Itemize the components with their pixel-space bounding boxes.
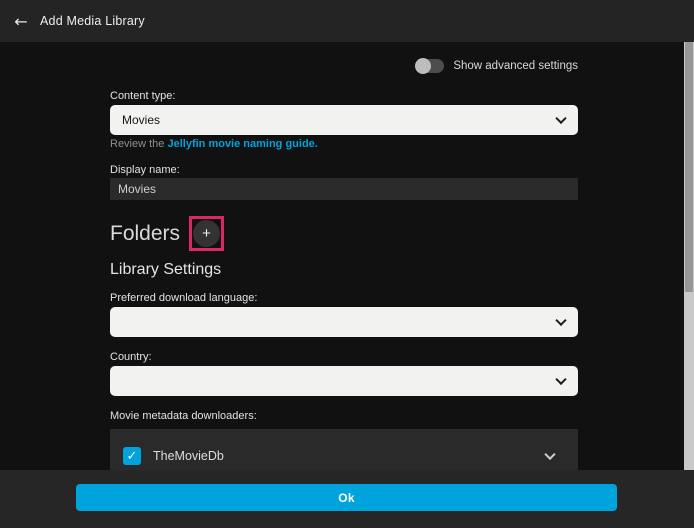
chevron-down-icon (555, 374, 566, 385)
metadata-downloader-name: TheMovieDb (153, 449, 224, 463)
display-name-input[interactable] (110, 178, 578, 200)
app-bar: ← Add Media Library (0, 0, 694, 42)
folders-heading: Folders (110, 222, 180, 246)
themoviedb-checkbox[interactable]: ✓ (123, 447, 141, 465)
content-type-label: Content type: (110, 90, 175, 102)
dialog-footer: Ok (0, 470, 694, 528)
metadata-downloaders-label: Movie metadata downloaders: (110, 410, 257, 422)
arrow-left-icon: ← (14, 12, 27, 31)
preferred-language-label: Preferred download language: (110, 292, 257, 304)
folders-section: Folders + (110, 216, 224, 251)
library-settings-heading: Library Settings (110, 261, 221, 279)
scrollbar-thumb[interactable] (685, 42, 693, 292)
metadata-downloader-row[interactable]: ✓ TheMovieDb (110, 429, 578, 470)
advanced-settings-row: Show advanced settings (416, 59, 578, 73)
page-title: Add Media Library (40, 14, 145, 28)
dialog-content: Show advanced settings Content type: Mov… (0, 42, 694, 470)
naming-guide-prefix: Review the (110, 138, 167, 150)
advanced-settings-label: Show advanced settings (453, 60, 578, 72)
content-type-value: Movies (110, 113, 160, 127)
chevron-down-icon (555, 113, 566, 124)
add-folder-focus-ring: + (189, 216, 224, 251)
back-button[interactable]: ← (4, 4, 38, 38)
display-name-label: Display name: (110, 164, 180, 176)
plus-icon: + (202, 226, 211, 241)
ok-button[interactable]: Ok (76, 484, 617, 511)
naming-guide-helper: Review the Jellyfin movie naming guide. (110, 138, 318, 150)
country-select[interactable] (110, 366, 578, 396)
content-type-select[interactable]: Movies (110, 105, 578, 135)
chevron-down-icon (555, 315, 566, 326)
add-media-library-dialog: ← Add Media Library Show advanced settin… (0, 0, 694, 528)
checkmark-icon: ✓ (127, 449, 138, 464)
vertical-scrollbar[interactable] (684, 42, 694, 470)
add-folder-button[interactable]: + (193, 220, 220, 247)
country-label: Country: (110, 351, 152, 363)
naming-guide-link[interactable]: Jellyfin movie naming guide. (167, 138, 317, 150)
preferred-language-select[interactable] (110, 307, 578, 337)
advanced-settings-toggle[interactable] (416, 59, 444, 73)
chevron-down-icon[interactable] (544, 449, 555, 460)
